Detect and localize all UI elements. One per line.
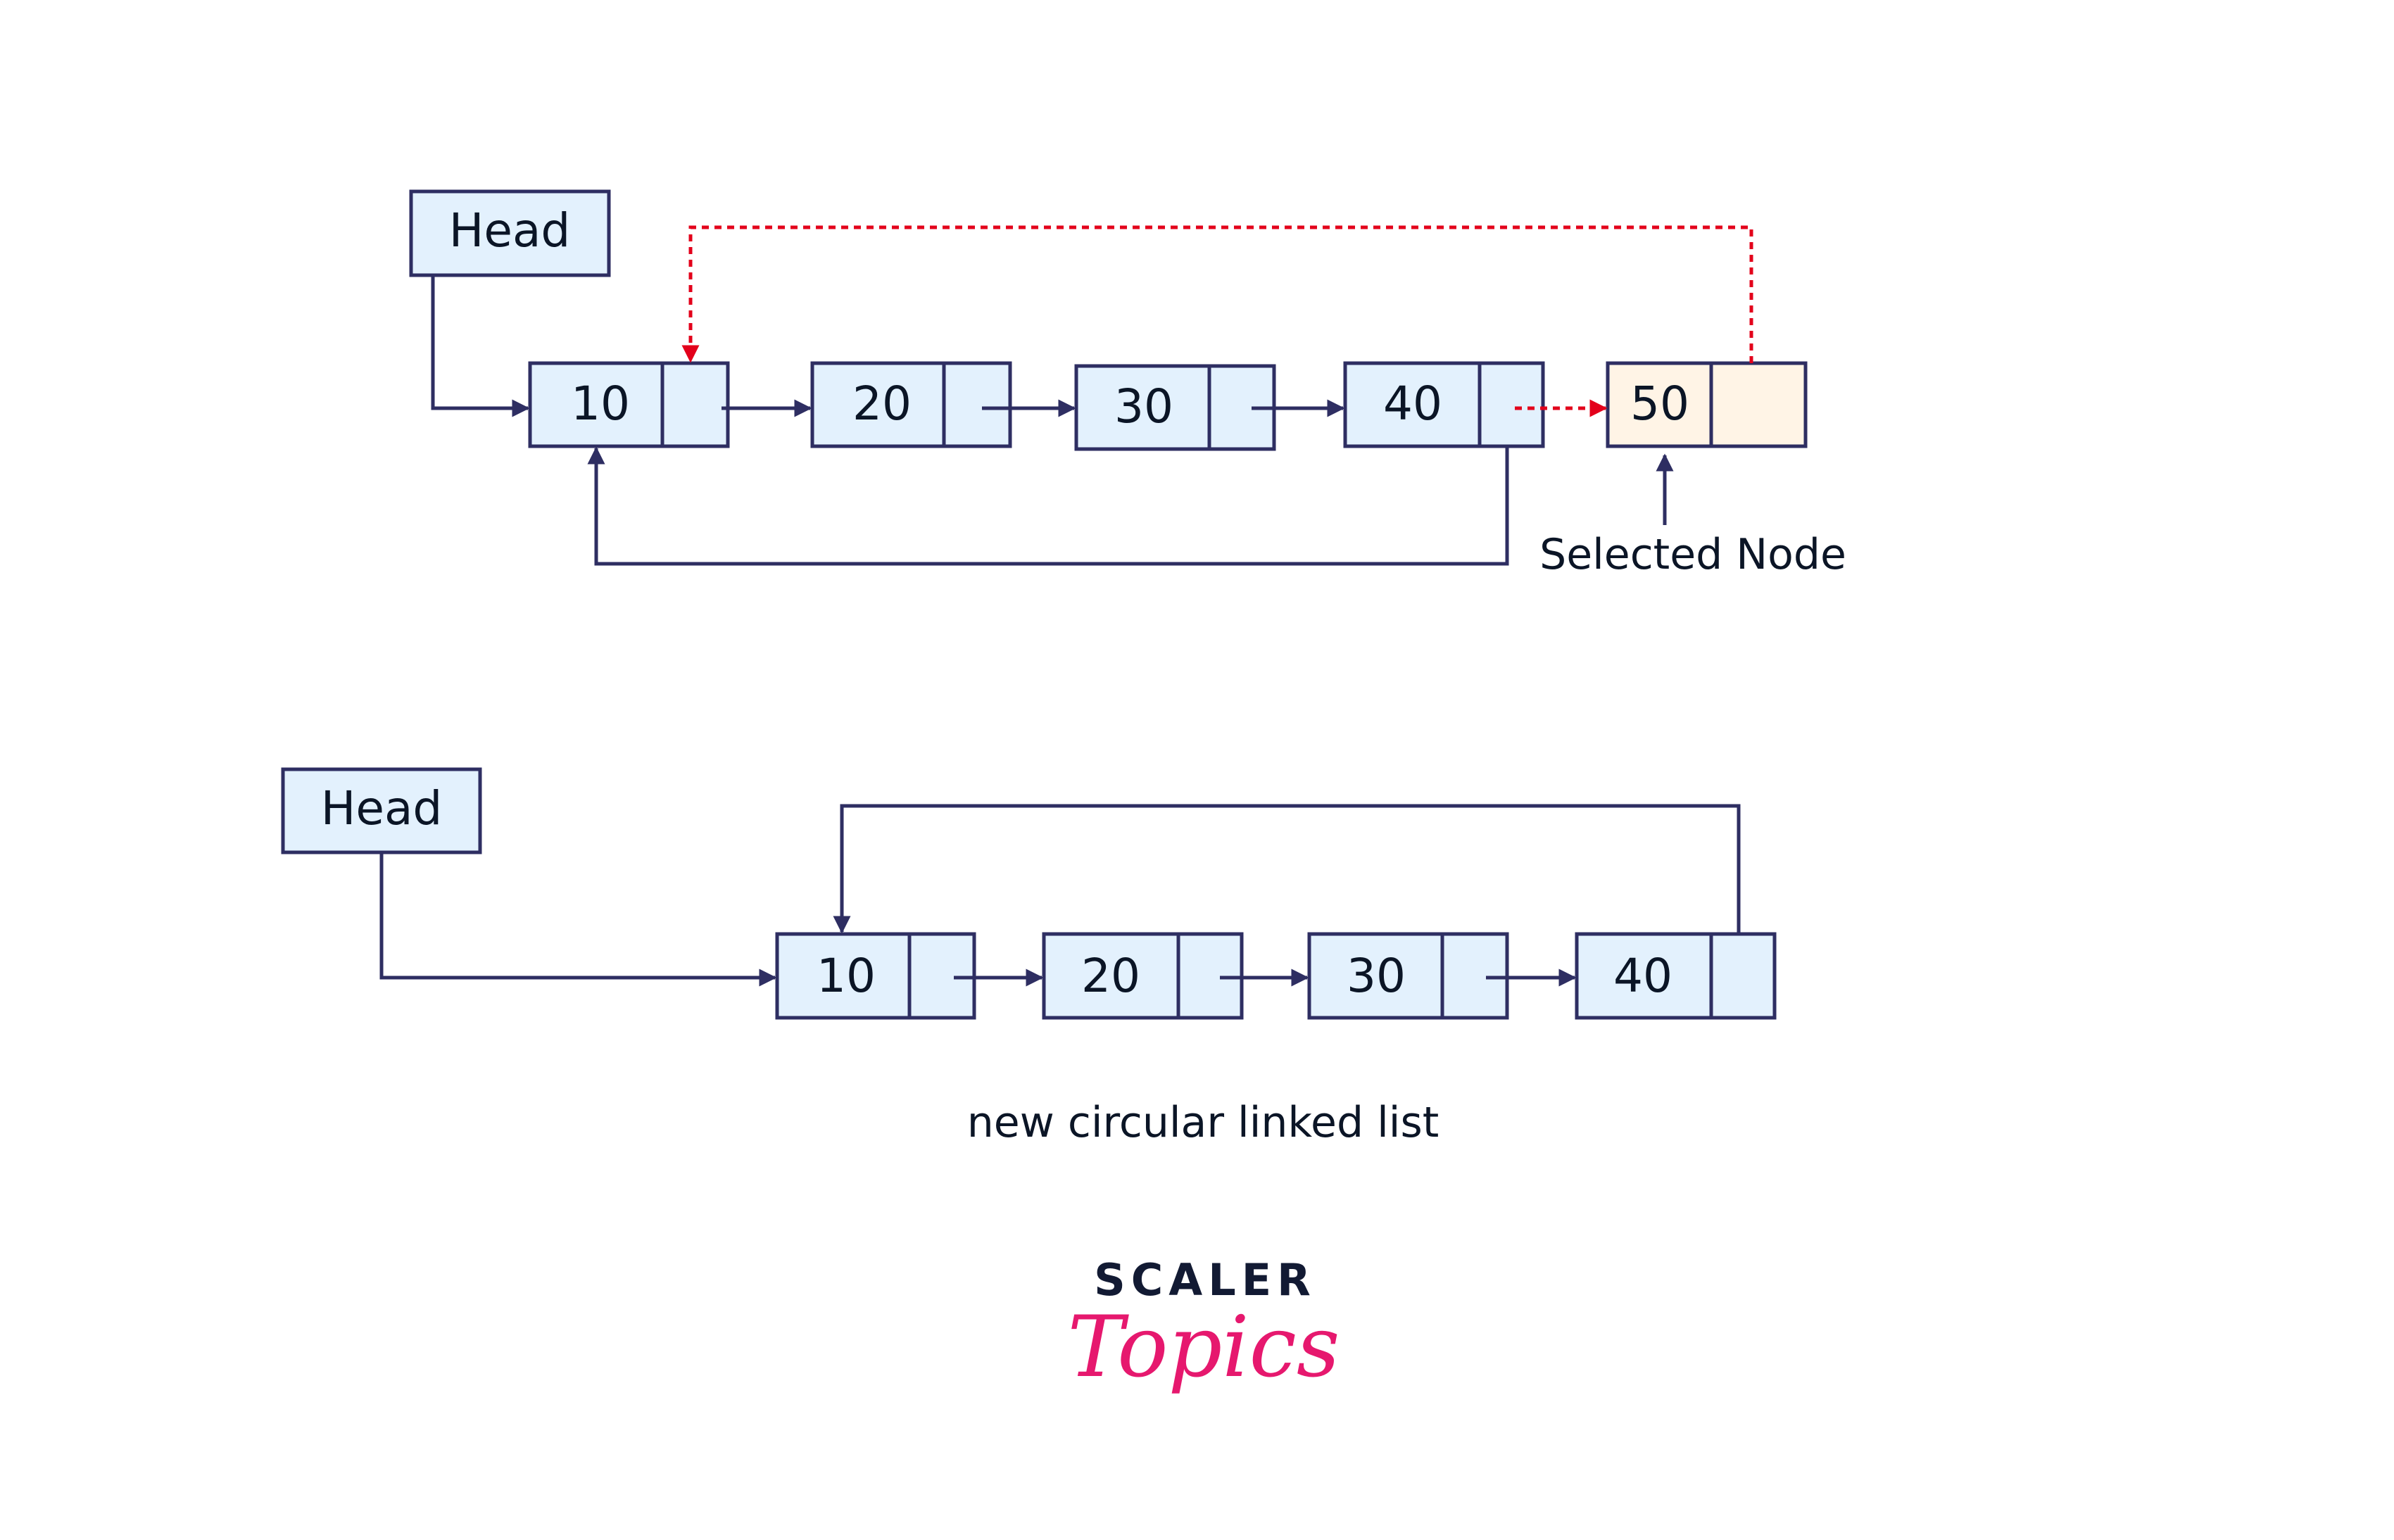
new-circular-link-arrow bbox=[681, 225, 1753, 363]
top-diagram: Head 10 20 30 40 50 Selected Node bbox=[409, 189, 1846, 579]
node-value: 40 bbox=[1383, 377, 1442, 431]
node-value: 10 bbox=[817, 949, 876, 1003]
list-node: 10 bbox=[528, 361, 730, 448]
list-node: 40 bbox=[1575, 932, 1777, 1020]
circular-link-arrow bbox=[587, 446, 1509, 566]
selected-node-label: Selected Node bbox=[1539, 530, 1846, 579]
node-value: 20 bbox=[1081, 949, 1140, 1003]
list-node: 40 bbox=[1343, 361, 1545, 448]
head-label: Head bbox=[321, 781, 443, 835]
list-node: 20 bbox=[810, 361, 1012, 448]
list-node: 20 bbox=[1042, 932, 1244, 1020]
bottom-diagram: Head 10 20 30 40 new circular linked lis… bbox=[281, 767, 1777, 1147]
node-value: 20 bbox=[852, 377, 912, 431]
node-value: 30 bbox=[1114, 379, 1173, 434]
linked-list-diagram: Head 10 20 30 40 50 Selected Node Head 1… bbox=[281, 189, 1846, 1396]
list-node: 10 bbox=[775, 932, 976, 1020]
node-value: 10 bbox=[571, 377, 630, 431]
head-pointer-box: Head bbox=[409, 189, 611, 277]
head-pointer-box: Head bbox=[281, 767, 482, 854]
logo-topics-text: Topics bbox=[1068, 1299, 1340, 1396]
head-link-arrow bbox=[379, 852, 777, 987]
node-value: 30 bbox=[1347, 949, 1406, 1003]
list-node: 30 bbox=[1307, 932, 1509, 1020]
scaler-topics-logo: SCALER Topics bbox=[1068, 1254, 1340, 1396]
head-label: Head bbox=[449, 203, 571, 258]
head-link-arrow bbox=[431, 275, 530, 417]
list-node: 30 bbox=[1074, 364, 1276, 451]
node-value: 50 bbox=[1630, 377, 1689, 431]
selected-node: 50 bbox=[1606, 361, 1808, 448]
diagram-caption: new circular linked list bbox=[967, 1098, 1439, 1147]
node-value: 40 bbox=[1613, 949, 1672, 1003]
circular-link-arrow bbox=[833, 804, 1741, 934]
